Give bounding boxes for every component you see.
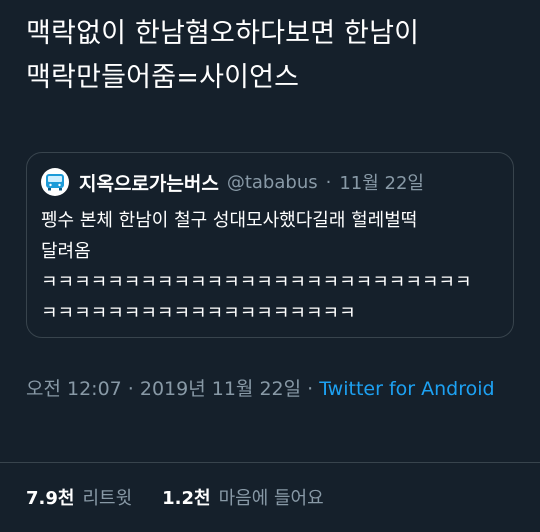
quoted-tweet-card[interactable]: 지옥으로가는버스 @tababus · 11월 22일 펭수 본체 한남이 철구…: [26, 152, 514, 338]
likes-count: 1.2천: [162, 488, 211, 509]
tweet-metadata: 오전 12:07 · 2019년 11월 22일 · Twitter for A…: [26, 374, 506, 404]
quoted-tweet-header: 지옥으로가는버스 @tababus · 11월 22일: [41, 167, 424, 197]
tweet-source-link[interactable]: Twitter for Android: [319, 378, 494, 400]
quoted-author-name[interactable]: 지옥으로가는버스: [79, 169, 219, 196]
retweets-count: 7.9천: [26, 488, 75, 509]
tweet-timestamp[interactable]: 오전 12:07 · 2019년 11월 22일 ·: [26, 378, 319, 400]
engagement-stats: 7.9천 리트윗 1.2천 마음에 들어요: [26, 484, 354, 510]
retweets-label: 리트윗: [82, 488, 133, 509]
quoted-author-handle[interactable]: @tababus: [227, 172, 318, 193]
divider: [0, 462, 540, 463]
likes-label: 마음에 들어요: [218, 488, 324, 509]
avatar[interactable]: [41, 168, 69, 196]
bus-icon: [46, 174, 64, 191]
likes-stat[interactable]: 1.2천 마음에 들어요: [162, 484, 324, 510]
retweets-stat[interactable]: 7.9천 리트윗: [26, 484, 132, 510]
tweet-text: 맥락없이 한남혐오하다보면 한남이 맥락만들어줌=사이언스: [26, 18, 420, 93]
separator-dot: ·: [325, 171, 332, 193]
quoted-tweet-text: 펭수 본체 한남이 철구 성대모사했다길래 헐레벌떡 달려옴 ㅋㅋㅋㅋㅋㅋㅋㅋㅋ…: [41, 210, 472, 324]
quoted-tweet-date[interactable]: 11월 22일: [339, 169, 424, 195]
